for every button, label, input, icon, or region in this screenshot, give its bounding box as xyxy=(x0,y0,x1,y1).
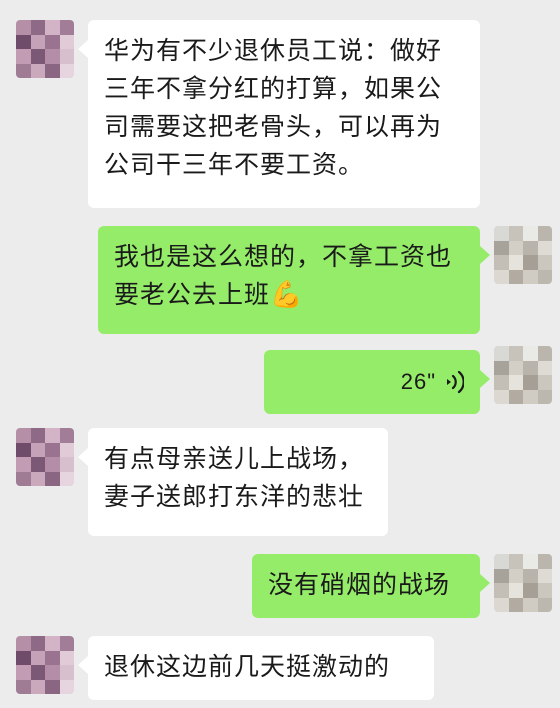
voice-duration: 26" xyxy=(400,369,436,394)
avatar[interactable] xyxy=(16,20,74,78)
message-bubble[interactable]: 华为有不少退休员工说：做好三年不拿分红的打算，如果公司需要这把老骨头，可以再为公… xyxy=(78,20,480,208)
avatar[interactable] xyxy=(494,226,552,284)
avatar[interactable] xyxy=(494,554,552,612)
message-bubble[interactable]: 我也是这么想的，不拿工资也要老公去上班💪 xyxy=(98,226,490,334)
message-text: 没有硝烟的战场 xyxy=(268,570,451,599)
chat-thread[interactable]: 华为有不少退休员工说：做好三年不拿分红的打算，如果公司需要这把老骨头，可以再为公… xyxy=(0,0,560,708)
voice-wave-icon xyxy=(444,369,464,395)
message-bubble[interactable]: 没有硝烟的战场 xyxy=(252,554,490,618)
message-bubble[interactable]: 退休这边前几天挺激动的 xyxy=(78,636,434,700)
voice-message[interactable]: 26" xyxy=(264,350,490,414)
avatar[interactable] xyxy=(494,346,552,404)
avatar[interactable] xyxy=(16,636,74,694)
message-text: 华为有不少退休员工说：做好三年不拿分红的打算，如果公司需要这把老骨头，可以再为公… xyxy=(104,36,443,179)
flexed-biceps-icon: 💪 xyxy=(270,280,304,310)
message-text: 有点母亲送儿上战场，妻子送郎打东洋的悲壮 xyxy=(104,444,365,511)
avatar[interactable] xyxy=(16,428,74,486)
message-bubble[interactable]: 有点母亲送儿上战场，妻子送郎打东洋的悲壮 xyxy=(78,428,388,536)
message-text: 退休这边前几天挺激动的 xyxy=(104,652,391,681)
